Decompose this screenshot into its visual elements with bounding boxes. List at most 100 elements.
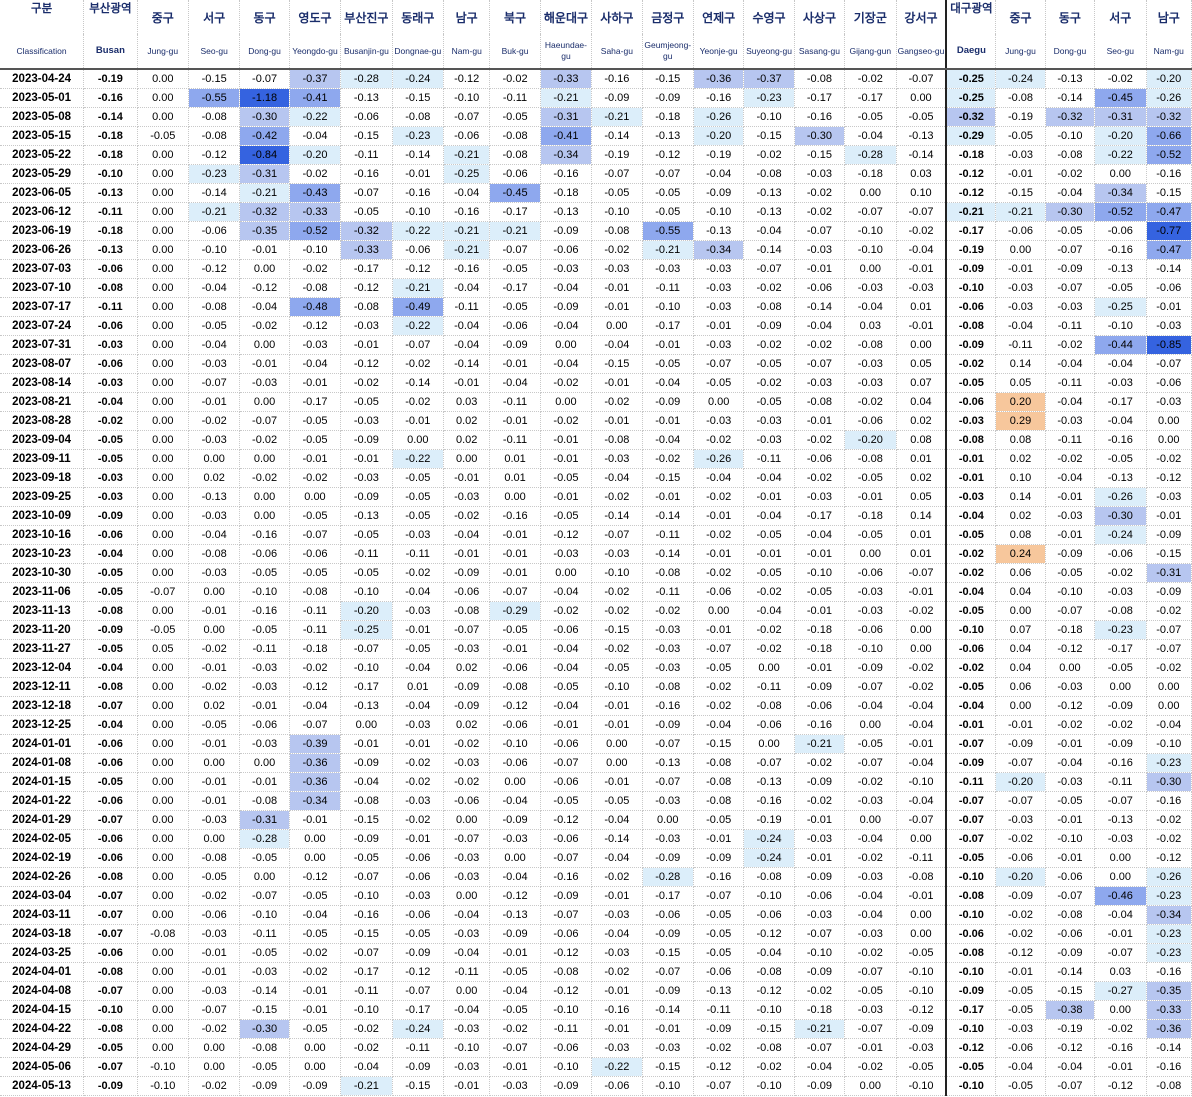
data-cell: -0.15 (340, 924, 393, 944)
data-cell: -0.12 (945, 1038, 997, 1058)
data-cell: -0.02 (289, 259, 342, 279)
column-header-english: Jung-gu (137, 34, 189, 70)
data-cell: 0.05 (896, 487, 947, 507)
data-cell: -0.02 (794, 981, 846, 1001)
data-cell: -0.09 (540, 297, 593, 317)
data-cell: -0.17 (1094, 639, 1147, 659)
data-cell: -0.32 (239, 202, 290, 222)
data-cell: -0.10 (188, 240, 241, 260)
data-cell: -0.10 (340, 658, 393, 678)
data-cell: -0.09 (443, 563, 491, 583)
data-cell: 0.00 (591, 734, 643, 754)
data-cell: -0.07 (239, 69, 290, 89)
data-cell: 0.00 (443, 810, 491, 830)
data-cell: 0.00 (642, 810, 694, 830)
data-cell: -0.10 (844, 221, 897, 241)
data-cell: -0.28 (844, 145, 897, 165)
column-header-korean: 사상구 (794, 0, 846, 34)
data-cell: -0.04 (540, 354, 593, 374)
data-cell: -0.47 (1146, 202, 1192, 222)
data-cell: -0.04 (1045, 392, 1096, 412)
column-header-korean: 연제구 (693, 0, 745, 34)
data-cell: -0.07 (83, 696, 138, 716)
data-cell: 0.00 (392, 430, 445, 450)
data-cell: -0.13 (83, 183, 138, 203)
data-cell: -0.31 (1146, 563, 1192, 583)
data-cell: -0.30 (239, 107, 290, 127)
data-cell: -0.06 (945, 639, 997, 659)
data-cell: -0.02 (289, 164, 342, 184)
data-cell: -0.07 (239, 886, 290, 906)
data-cell: -0.14 (1045, 962, 1096, 982)
data-cell: 0.01 (896, 297, 947, 317)
table-row: 2023-12-18 -0.07 0.00 0.02 -0.01 -0.04 -0.13 -0… (0, 696, 1192, 716)
data-cell: -0.02 (743, 620, 795, 640)
data-cell: -0.06 (340, 107, 393, 127)
table-row: 2024-02-19 -0.06 0.00 -0.08 -0.05 0.00 -0.05 -0… (0, 848, 1192, 868)
data-cell: -0.25 (945, 88, 997, 108)
data-cell: -0.09 (1045, 544, 1096, 564)
data-cell: -0.05 (1094, 658, 1147, 678)
data-cell: -0.03 (995, 1019, 1046, 1039)
data-cell: -0.09 (392, 943, 445, 963)
data-cell: 0.00 (137, 544, 189, 564)
data-cell: -0.08 (83, 962, 138, 982)
data-cell: -0.15 (743, 1019, 795, 1039)
data-cell: -0.02 (794, 468, 846, 488)
data-cell: 0.14 (995, 354, 1046, 374)
row-date: 2024-05-13 (0, 1076, 85, 1096)
data-cell: -0.09 (443, 677, 491, 697)
row-date: 2024-03-04 (0, 886, 85, 906)
data-cell: -0.03 (443, 753, 491, 773)
column-header-korean: 동래구 (392, 0, 445, 34)
data-cell: -0.07 (896, 69, 947, 89)
data-cell: -0.10 (844, 639, 897, 659)
data-cell: -0.11 (289, 620, 342, 640)
data-cell: -0.07 (945, 734, 997, 754)
data-cell: 0.02 (188, 468, 241, 488)
table-row: 2023-06-26 -0.13 0.00 -0.10 -0.01 -0.10 -0.33-… (0, 240, 1192, 260)
data-cell: -0.20 (1094, 126, 1147, 146)
data-cell: -0.09 (540, 886, 593, 906)
data-cell: -0.49 (392, 297, 445, 317)
column-header-korean: 서구 (1094, 0, 1147, 34)
data-cell: -0.05 (137, 620, 189, 640)
data-cell: -0.06 (995, 848, 1046, 868)
data-cell: -0.14 (443, 354, 491, 374)
data-cell: -0.10 (945, 620, 997, 640)
data-cell: -0.03 (743, 430, 795, 450)
data-cell: -0.08 (83, 278, 138, 298)
data-cell: -0.16 (591, 1000, 643, 1020)
data-cell: -0.21 (945, 202, 997, 222)
data-cell: -0.04 (489, 867, 541, 887)
data-cell: -0.18 (844, 506, 897, 526)
data-cell: -0.11 (896, 848, 947, 868)
data-cell: -0.01 (489, 563, 541, 583)
table-row: 2023-12-25 -0.04 0.00 -0.05 -0.06 -0.07 0.00 -0… (0, 715, 1192, 735)
table-row: 2024-01-22 -0.06 0.00 -0.01 -0.08 -0.34 -0.08-… (0, 791, 1192, 811)
data-cell: -0.05 (693, 810, 745, 830)
data-cell: -0.04 (844, 886, 897, 906)
data-cell: -0.01 (188, 734, 241, 754)
data-cell: -0.09 (340, 753, 393, 773)
column-header-english: Nam-gu (1146, 34, 1192, 70)
data-cell: -0.05 (83, 1038, 138, 1058)
data-cell: -0.09 (83, 620, 138, 640)
data-cell: -0.16 (743, 791, 795, 811)
data-cell: -0.06 (489, 753, 541, 773)
data-cell: -0.15 (340, 810, 393, 830)
data-cell: -0.01 (489, 525, 541, 545)
data-cell: 0.00 (1094, 848, 1147, 868)
data-cell: -0.04 (693, 715, 745, 735)
data-cell: -0.05 (340, 525, 393, 545)
data-cell: -0.26 (1146, 867, 1192, 887)
data-cell: -0.14 (1146, 259, 1192, 279)
data-cell: -0.04 (83, 392, 138, 412)
data-cell: -0.04 (945, 696, 997, 716)
table-row: 2023-12-04 -0.04 0.00 -0.01 -0.03 -0.02 -0.10-… (0, 658, 1192, 678)
data-cell: -0.11 (995, 335, 1046, 355)
data-cell: -0.31 (239, 810, 290, 830)
data-cell: -0.14 (642, 506, 694, 526)
data-cell: -0.05 (83, 772, 138, 792)
data-cell: -0.09 (945, 753, 997, 773)
